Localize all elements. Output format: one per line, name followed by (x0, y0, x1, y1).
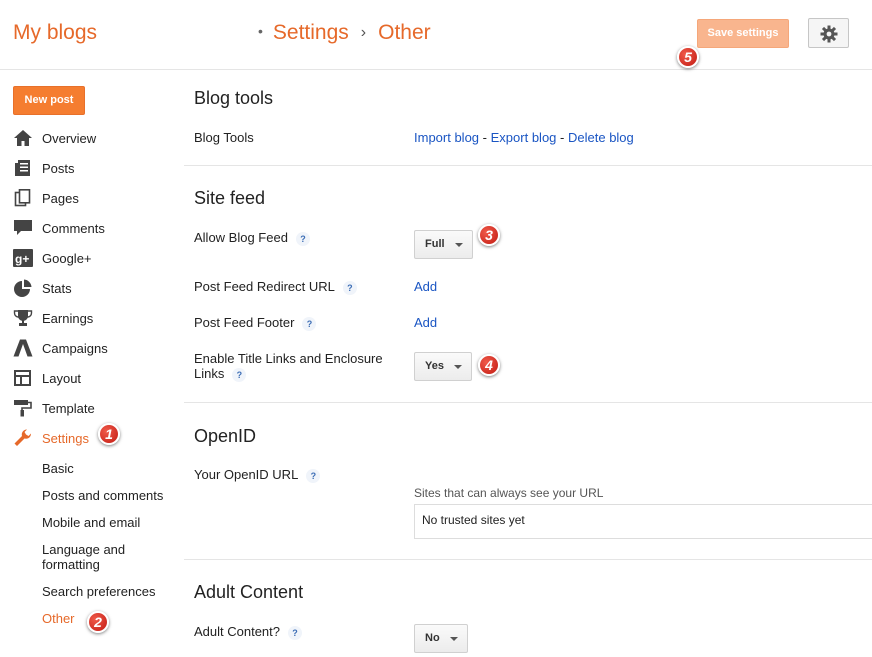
comments-icon (14, 220, 32, 235)
select-value: Full (425, 238, 445, 250)
campaigns-icon (13, 339, 33, 357)
help-icon[interactable]: ? (295, 232, 310, 246)
help-icon[interactable]: ? (342, 281, 357, 295)
chevron-down-icon (455, 243, 463, 247)
sidebar-item-label: Campaigns (42, 341, 108, 356)
trusted-sites-label: Sites that can always see your URL (414, 486, 604, 500)
delete-blog-link[interactable]: Delete blog (568, 130, 634, 145)
add-footer-link[interactable]: Add (414, 315, 437, 330)
settings-sub-search-preferences[interactable]: Search preferences (42, 584, 155, 599)
title-links-text: Enable Title Links and Enclosure Links (194, 351, 383, 381)
breadcrumb-dot: • (258, 23, 263, 39)
save-settings-button[interactable]: Save settings (697, 19, 789, 48)
sidebar-item-label: Template (42, 401, 95, 416)
post-feed-redirect-text: Post Feed Redirect URL (194, 279, 335, 294)
top-bar: My blogs • Settings › Other Save settings (0, 0, 872, 70)
help-icon[interactable]: ? (288, 626, 303, 640)
title-links-select[interactable]: Yes (414, 352, 472, 381)
step-badge-4: 4 (478, 354, 500, 376)
settings-sub-other[interactable]: Other (42, 611, 75, 626)
openid-heading: OpenID (194, 426, 257, 446)
sidebar-item-label: Overview (42, 131, 97, 146)
post-feed-footer-label: Post Feed Footer? (194, 315, 317, 331)
openid-url-label: Your OpenID URL? (194, 467, 321, 483)
stats-icon (14, 279, 32, 297)
help-icon[interactable]: ? (306, 469, 321, 483)
chevron-down-icon (450, 637, 458, 641)
breadcrumb-separator-icon: › (360, 24, 367, 41)
link-separator: - (482, 130, 488, 145)
allow-blog-feed-select[interactable]: Full (414, 230, 473, 259)
breadcrumb: • Settings › Other (258, 21, 431, 45)
section-divider (184, 165, 872, 166)
sidebar-item-label: Settings (42, 431, 89, 446)
blog-tools-heading: Blog tools (194, 88, 274, 108)
post-feed-redirect-label: Post Feed Redirect URL? (194, 279, 357, 295)
svg-text:g+: g+ (15, 252, 29, 266)
new-post-button[interactable]: New post (13, 86, 85, 115)
post-feed-footer-text: Post Feed Footer (194, 315, 295, 330)
sidebar-item-label: Stats (42, 281, 72, 296)
sidebar-item-label: Comments (42, 221, 105, 236)
blog-tools-label: Blog Tools (194, 130, 254, 145)
adult-content-select[interactable]: No (414, 624, 468, 653)
title-links-label: Enable Title Links and Enclosure Links? (194, 351, 399, 382)
posts-icon (15, 160, 30, 176)
site-feed-heading: Site feed (194, 188, 266, 208)
settings-gear-button[interactable] (808, 18, 849, 48)
trophy-icon (13, 310, 33, 326)
step-badge-1: 1 (98, 423, 120, 445)
add-redirect-link[interactable]: Add (414, 279, 437, 294)
sidebar-item-label: Posts (42, 161, 75, 176)
trusted-sites-list: No trusted sites yet (414, 504, 872, 539)
paint-roller-icon (14, 400, 32, 417)
select-value: Yes (425, 360, 444, 372)
adult-content-text: Adult Content? (194, 624, 281, 639)
breadcrumb-settings[interactable]: Settings (273, 21, 349, 44)
settings-sub-posts-and-comments[interactable]: Posts and comments (42, 488, 163, 503)
step-badge-3: 3 (478, 224, 500, 246)
google-plus-icon: g+ (13, 249, 33, 267)
select-value: No (425, 632, 440, 644)
section-divider (184, 402, 872, 403)
step-badge-2: 2 (87, 611, 109, 633)
chevron-down-icon (454, 365, 462, 369)
sidebar-item-label: Layout (42, 371, 82, 386)
gear-icon (820, 25, 838, 43)
home-icon (14, 130, 32, 146)
trusted-sites-empty: No trusted sites yet (422, 513, 525, 527)
section-divider (184, 559, 872, 560)
my-blogs-link[interactable]: My blogs (13, 21, 97, 45)
allow-blog-feed-text: Allow Blog Feed (194, 230, 288, 245)
blog-tools-links: Import blog - Export blog - Delete blog (414, 130, 634, 145)
post-feed-redirect-add: Add (414, 279, 437, 294)
wrench-icon (14, 429, 32, 446)
adult-content-label: Adult Content?? (194, 624, 303, 640)
import-blog-link[interactable]: Import blog (414, 130, 479, 145)
openid-url-text: Your OpenID URL (194, 467, 299, 482)
pages-icon (14, 189, 31, 207)
sidebar-item-label: Pages (42, 191, 79, 206)
export-blog-link[interactable]: Export blog (491, 130, 557, 145)
help-icon[interactable]: ? (232, 368, 247, 382)
allow-blog-feed-label: Allow Blog Feed? (194, 230, 310, 246)
layout-icon (14, 370, 31, 386)
help-icon[interactable]: ? (302, 317, 317, 331)
breadcrumb-other: Other (378, 21, 431, 44)
sidebar-item-label: Google+ (42, 251, 92, 266)
settings-sub-mobile-and-email[interactable]: Mobile and email (42, 515, 140, 530)
settings-sub-language-and-formatting[interactable]: Language and formatting (42, 542, 142, 572)
sidebar-item-label: Earnings (42, 311, 94, 326)
settings-sub-basic[interactable]: Basic (42, 461, 74, 476)
post-feed-footer-add: Add (414, 315, 437, 330)
adult-content-heading: Adult Content (194, 582, 304, 602)
step-badge-5: 5 (677, 46, 699, 68)
link-separator: - (560, 130, 565, 145)
